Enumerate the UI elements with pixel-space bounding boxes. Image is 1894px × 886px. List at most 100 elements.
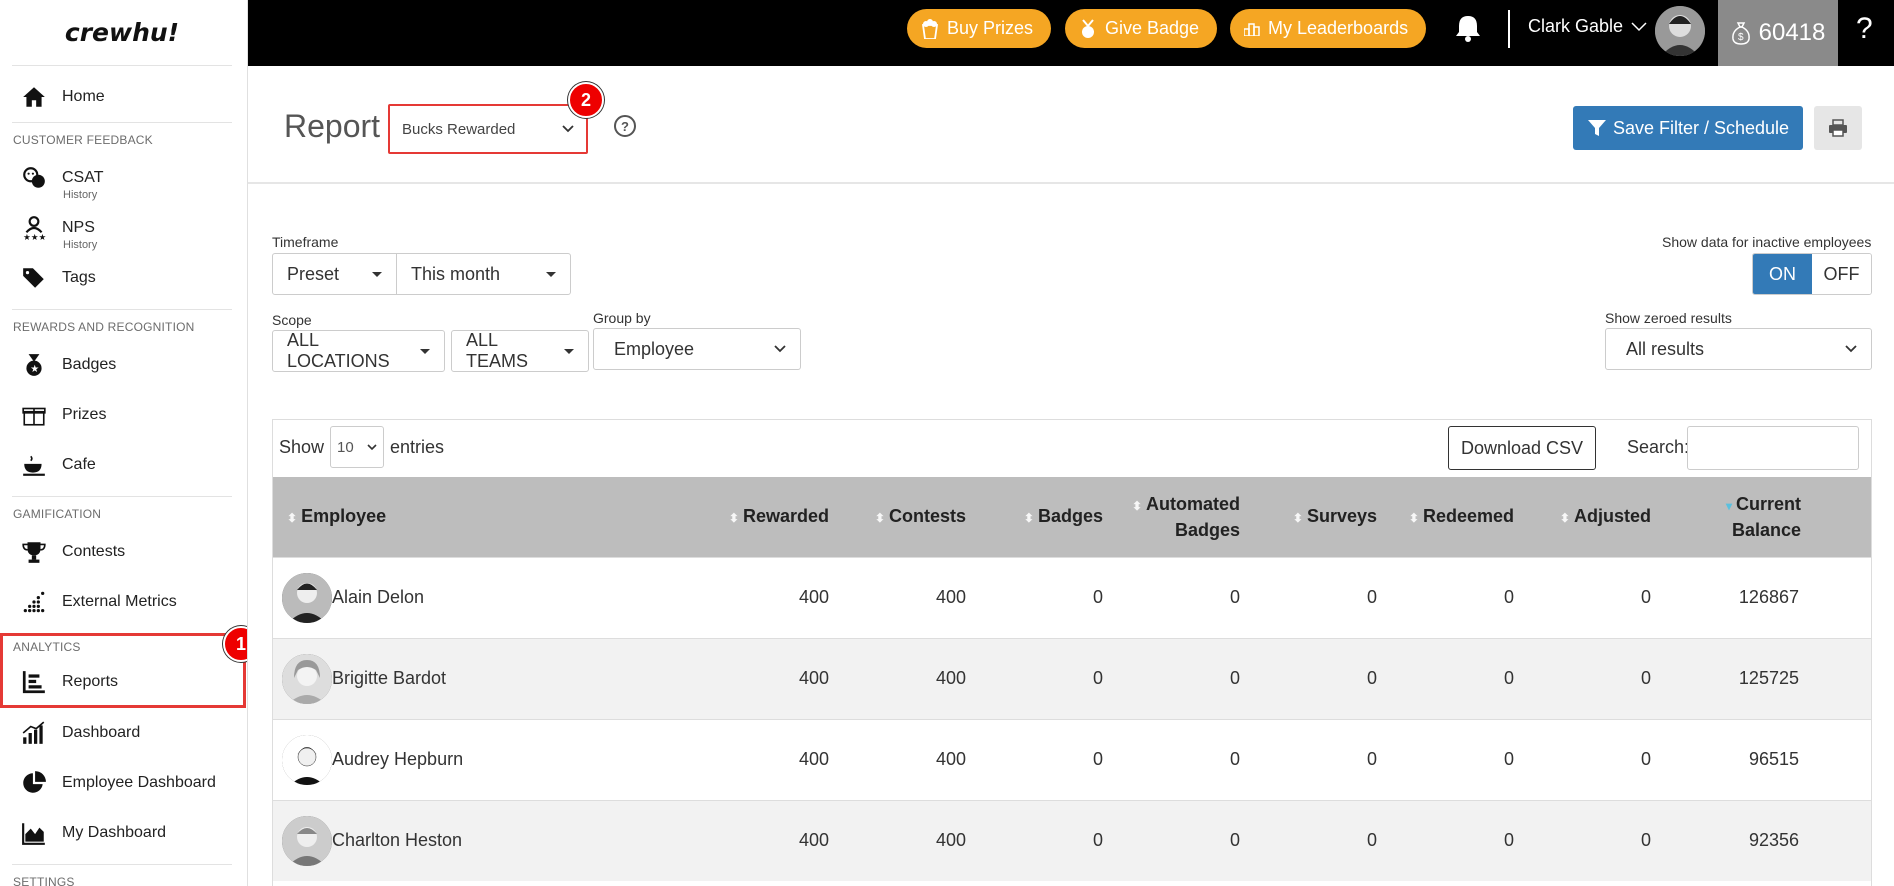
help-link[interactable]: ? <box>1856 12 1873 46</box>
my-leaderboards-button[interactable]: My Leaderboards <box>1230 9 1427 48</box>
sidebar-item-badges[interactable]: ★ Badges <box>0 340 247 390</box>
print-button[interactable] <box>1814 106 1862 150</box>
column-header-rewarded[interactable]: ⬍ Rewarded <box>713 477 843 557</box>
badges-cell: 0 <box>980 799 1117 881</box>
svg-text:★★★: ★★★ <box>23 232 47 241</box>
sidebar-item-employee-dashboard[interactable]: Employee Dashboard <box>0 758 247 808</box>
automated-badges-cell: 0 <box>1117 718 1254 800</box>
rewarded-cell: 400 <box>713 637 843 719</box>
svg-text:$: $ <box>1738 32 1744 43</box>
column-header-surveys[interactable]: ⬍ Surveys <box>1254 477 1391 557</box>
employee-name: Alain Delon <box>332 587 425 607</box>
inactive-employees-toggle[interactable]: ON OFF <box>1752 253 1872 295</box>
table-header-row: ⬍ Employee ⬍ Rewarded ⬍ Contests ⬍ Badges ⬍ A… <box>273 477 1871 557</box>
sidebar-item-label: NPS <box>62 219 95 236</box>
automated-badges-cell: 0 <box>1117 556 1254 638</box>
csat-history-link[interactable]: History <box>63 189 97 201</box>
printer-icon <box>1828 119 1848 137</box>
show-label: Show <box>279 436 325 457</box>
table-row: Brigitte Bardot 400 400 0 0 0 0 0 125725 <box>273 637 1871 719</box>
toggle-off[interactable]: OFF <box>1812 254 1871 294</box>
show-entries-control: Show 10 entries <box>279 426 444 468</box>
zeroed-results-select[interactable]: All results <box>1605 328 1872 370</box>
surveys-cell: 0 <box>1254 556 1391 638</box>
nps-history-link[interactable]: History <box>63 239 97 251</box>
toggle-on[interactable]: ON <box>1753 254 1812 294</box>
bell-icon[interactable] <box>1455 14 1481 47</box>
caret-down-icon <box>564 348 574 354</box>
report-type-select[interactable]: Bucks Rewarded <box>388 104 588 154</box>
username: Clark Gable <box>1528 16 1624 36</box>
sort-icon: ⬍ <box>287 510 298 525</box>
download-csv-button[interactable]: Download CSV <box>1448 426 1596 470</box>
locations-dropdown[interactable]: ALL LOCATIONS <box>272 330 445 372</box>
entries-select[interactable]: 10 <box>330 426 385 468</box>
save-filter-schedule-button[interactable]: Save Filter / Schedule <box>1573 106 1803 150</box>
timeframe-value-dropdown[interactable]: This month <box>396 253 571 295</box>
sidebar-item-csat[interactable]: CSAT History <box>0 153 247 203</box>
sort-icon: ⬍ <box>874 510 885 525</box>
chevron-down-icon <box>367 443 377 451</box>
sidebar-item-reports[interactable]: Reports <box>3 660 243 704</box>
employee-avatar <box>282 734 332 785</box>
chevron-down-icon <box>774 345 786 353</box>
search-input[interactable] <box>1687 426 1859 470</box>
buy-prizes-button[interactable]: Buy Prizes <box>907 9 1052 48</box>
employee-avatar <box>282 815 332 866</box>
surveys-cell: 0 <box>1254 718 1391 800</box>
sidebar-item-cafe[interactable]: Cafe <box>0 440 247 490</box>
rewarded-cell: 400 <box>713 799 843 881</box>
sidebar-item-home[interactable]: Home <box>0 72 247 122</box>
column-header-automated-badges[interactable]: ⬍ Automated Badges <box>1117 477 1254 557</box>
give-badge-button[interactable]: Give Badge <box>1065 9 1218 48</box>
column-header-employee[interactable]: ⬍ Employee <box>273 477 713 557</box>
balance-cell: 125725 <box>1665 637 1871 719</box>
user-menu[interactable]: Clark Gable <box>1528 16 1647 37</box>
save-filter-label: Save Filter / Schedule <box>1612 117 1790 138</box>
sort-icon: ⬍ <box>1131 498 1142 513</box>
employee-cell: Brigitte Bardot <box>273 637 713 719</box>
adjusted-cell: 0 <box>1528 799 1665 881</box>
caret-down-icon <box>420 348 430 354</box>
surveys-cell: 0 <box>1254 637 1391 719</box>
sort-icon: ⬍ <box>728 510 739 525</box>
sidebar-item-external-metrics[interactable]: External Metrics <box>0 577 247 627</box>
sidebar-item-dashboard[interactable]: Dashboard <box>0 708 247 758</box>
column-header-current-balance[interactable]: ▾ Current Balance <box>1665 477 1871 557</box>
person-stars-icon: ★★★ <box>20 214 48 242</box>
report-table-panel: Show 10 entries Download CSV Search: ⬍ Em… <box>272 419 1872 886</box>
balance-cell: 126867 <box>1665 556 1871 638</box>
contests-cell: 400 <box>843 718 980 800</box>
badges-cell: 0 <box>980 718 1117 800</box>
bucks-balance[interactable]: $ 60418 <box>1718 0 1838 66</box>
money-bag-icon: $ <box>1731 21 1751 45</box>
sidebar-item-nps[interactable]: ★★★ NPS History <box>0 203 247 253</box>
sort-icon: ⬍ <box>1292 510 1303 525</box>
chevron-down-icon <box>1631 21 1647 32</box>
adjusted-cell: 0 <box>1528 637 1665 719</box>
timeframe-label: Timeframe <box>272 234 339 250</box>
sidebar-item-prizes[interactable]: Prizes <box>0 390 247 440</box>
adjusted-cell: 0 <box>1528 556 1665 638</box>
column-header-contests[interactable]: ⬍ Contests <box>843 477 980 557</box>
sidebar-item-contests[interactable]: Contests <box>0 527 247 577</box>
user-avatar[interactable] <box>1655 6 1705 56</box>
sidebar-item-my-dashboard[interactable]: My Dashboard <box>0 808 247 858</box>
svg-text:★: ★ <box>30 364 39 375</box>
badges-cell: 0 <box>980 637 1117 719</box>
groupby-select[interactable]: Employee <box>593 328 801 370</box>
employee-name: Brigitte Bardot <box>332 668 447 688</box>
column-header-badges[interactable]: ⬍ Badges <box>980 477 1117 557</box>
report-table: ⬍ Employee ⬍ Rewarded ⬍ Contests ⬍ Badges ⬍ A… <box>273 477 1871 881</box>
sidebar-item-label: Reports <box>62 673 119 690</box>
teams-dropdown[interactable]: ALL TEAMS <box>451 330 589 372</box>
tags-icon <box>20 264 48 292</box>
sidebar-item-tags[interactable]: Tags <box>0 253 247 303</box>
column-header-redeemed[interactable]: ⬍ Redeemed <box>1391 477 1528 557</box>
question-circle-icon[interactable]: ? <box>614 115 636 137</box>
column-header-adjusted[interactable]: ⬍ Adjusted <box>1528 477 1665 557</box>
buy-prizes-label: Buy Prizes <box>947 18 1034 38</box>
crewhu-logo[interactable]: crewhu! <box>12 0 232 66</box>
timeframe-preset-dropdown[interactable]: Preset <box>272 253 397 295</box>
employee-avatar <box>282 653 332 704</box>
